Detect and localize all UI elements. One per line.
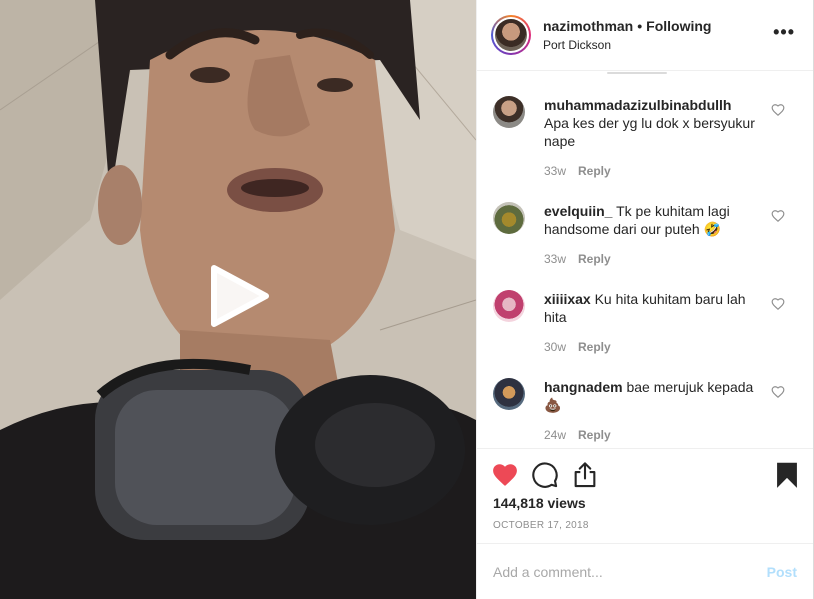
post-button[interactable]: Post: [767, 564, 797, 580]
scroll-indicator: [607, 72, 667, 74]
comment-text: Apa kes der yg lu dok x bersyukur nape: [544, 115, 755, 149]
comment-age[interactable]: 33w: [544, 164, 566, 178]
author-avatar[interactable]: [491, 15, 531, 55]
location-link[interactable]: Port Dickson: [543, 37, 711, 53]
heart-outline-icon[interactable]: [771, 209, 785, 223]
bookmark-filled-icon[interactable]: [773, 461, 801, 489]
heart-outline-icon[interactable]: [771, 297, 785, 311]
comment-icon[interactable]: [531, 461, 559, 489]
commenter-avatar[interactable]: [493, 290, 525, 322]
more-dots-icon[interactable]: •••: [773, 23, 795, 41]
comment-age[interactable]: 33w: [544, 252, 566, 266]
post-header: nazimothman • Following Port Dickson •••: [477, 0, 813, 71]
reply-button[interactable]: Reply: [578, 340, 611, 354]
reply-button[interactable]: Reply: [578, 164, 611, 178]
play-icon[interactable]: [204, 262, 272, 330]
post-date[interactable]: OCTOBER 17, 2018: [493, 520, 589, 531]
following-button[interactable]: Following: [646, 17, 711, 35]
heart-outline-icon[interactable]: [771, 385, 785, 399]
view-count[interactable]: 144,818 views: [493, 495, 586, 511]
comment-username[interactable]: hangnadem: [544, 379, 623, 395]
comment-age[interactable]: 24w: [544, 428, 566, 442]
add-comment-bar: Post: [477, 543, 813, 599]
comment-age[interactable]: 30w: [544, 340, 566, 354]
comment-username[interactable]: xiiiixax: [544, 291, 591, 307]
reply-button[interactable]: Reply: [578, 428, 611, 442]
commenter-avatar[interactable]: [493, 96, 525, 128]
separator-dot: •: [637, 18, 643, 34]
comment-input[interactable]: [493, 563, 767, 580]
heart-filled-icon[interactable]: [491, 461, 519, 489]
post-actions: 144,818 views OCTOBER 17, 2018: [477, 448, 813, 543]
heart-outline-icon[interactable]: [771, 103, 785, 117]
post-video[interactable]: [0, 0, 476, 599]
author-info: nazimothman • Following Port Dickson: [543, 17, 711, 53]
comment-username[interactable]: evelquiin_: [544, 203, 612, 219]
reply-button[interactable]: Reply: [578, 252, 611, 266]
post-sidebar: nazimothman • Following Port Dickson •••…: [476, 0, 814, 599]
commenter-avatar[interactable]: [493, 378, 525, 410]
comments-list[interactable]: muhammadazizulbinabdullh Apa kes der yg …: [477, 72, 813, 448]
commenter-avatar[interactable]: [493, 202, 525, 234]
share-icon[interactable]: [571, 461, 599, 489]
author-username[interactable]: nazimothman: [543, 17, 633, 35]
comment-username[interactable]: muhammadazizulbinabdullh: [544, 97, 731, 113]
